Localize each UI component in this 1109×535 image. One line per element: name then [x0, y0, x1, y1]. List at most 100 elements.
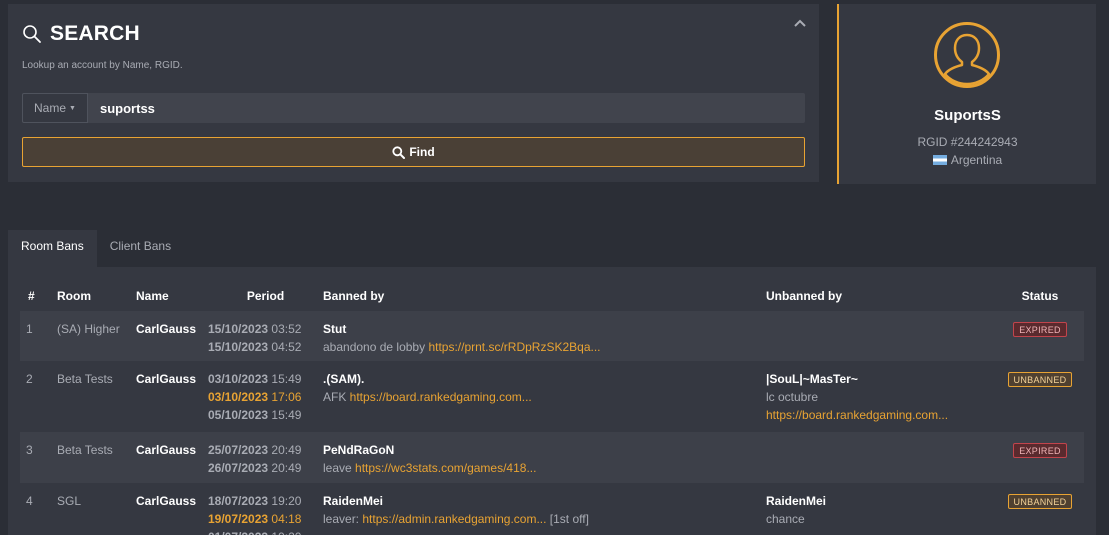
- ban-reason-text: abandono de lobby: [323, 340, 429, 354]
- period-time: 19:20: [271, 530, 301, 535]
- banned-by-name[interactable]: PeNdRaGoN: [323, 441, 766, 459]
- row-unbanned-by: [766, 432, 996, 483]
- table-row: 4 SGL CarlGauss 18/07/2023 19:20 19/07/2023 …: [20, 483, 1084, 535]
- ban-reason: leave https://wc3stats.com/games/418...: [323, 459, 766, 477]
- period-time: 03:52: [271, 322, 302, 336]
- row-period: 18/07/2023 19:2019/07/2023 04:1801/07/20…: [208, 483, 323, 535]
- row-status: EXPIRED: [996, 311, 1084, 361]
- find-button[interactable]: Find: [22, 137, 805, 167]
- status-badge: EXPIRED: [1013, 443, 1067, 458]
- row-player-name[interactable]: CarlGauss: [136, 361, 208, 432]
- row-status: UNBANNED: [996, 361, 1084, 432]
- profile-rgid: RGID #244242943: [917, 135, 1018, 149]
- period-time: 17:06: [271, 390, 302, 404]
- ban-reason-text: AFK: [323, 390, 350, 404]
- table-header-row: # Room Name Period Banned by Unbanned by…: [20, 281, 1084, 311]
- period-time: 04:18: [271, 512, 302, 526]
- period-time: 15:49: [271, 372, 302, 386]
- ban-reason-text: leave: [323, 461, 356, 475]
- status-badge: EXPIRED: [1013, 322, 1067, 337]
- banned-by-name[interactable]: .(SAM).: [323, 370, 766, 388]
- period-date: 19/07/2023: [208, 512, 269, 526]
- search-panel: SEARCH Lookup an account by Name, RGID. …: [8, 4, 819, 182]
- row-unbanned-by: [766, 311, 996, 361]
- row-player-name[interactable]: CarlGauss: [136, 432, 208, 483]
- period-date: 05/10/2023: [208, 408, 269, 422]
- ban-reason: abandono de lobby https://prnt.sc/rRDpRz…: [323, 338, 766, 356]
- banned-by-name[interactable]: RaidenMei: [323, 492, 766, 510]
- argentina-flag-icon: [932, 155, 947, 165]
- period-time: 19:20: [271, 494, 302, 508]
- ban-reason: AFK https://board.rankedgaming.com...: [323, 388, 766, 406]
- ban-reason: leaver: https://admin.rankedgaming.com..…: [323, 510, 766, 528]
- banned-by-name[interactable]: Stut: [323, 320, 766, 338]
- row-banned-by: PeNdRaGoN leave https://wc3stats.com/game…: [323, 432, 766, 483]
- row-number: 1: [20, 311, 57, 361]
- period-date: 26/07/2023: [208, 461, 269, 475]
- search-type-dropdown[interactable]: Name ▼: [22, 93, 88, 123]
- row-room: Beta Tests: [57, 432, 136, 483]
- search-title: SEARCH: [50, 22, 140, 45]
- header-banned-by: Banned by: [323, 289, 385, 303]
- period-time: 20:49: [271, 461, 302, 475]
- period-date: 01/07/2023: [208, 530, 268, 535]
- period-entry: 26/07/2023 20:49: [208, 459, 323, 477]
- tab-room-bans[interactable]: Room Bans: [8, 230, 97, 267]
- unbanned-by-name[interactable]: |SouL|~MasTer~: [766, 370, 996, 388]
- search-subtitle: Lookup an account by Name, RGID.: [22, 60, 183, 71]
- period-entry: 18/07/2023 19:20: [208, 492, 323, 510]
- row-player-name[interactable]: CarlGauss: [136, 311, 208, 361]
- row-unbanned-by: |SouL|~MasTer~ lc octubre https://board.ra…: [766, 361, 996, 432]
- profile-country: Argentina: [839, 153, 1096, 167]
- profile-card: SuportsS RGID #244242943 Argentina: [837, 4, 1096, 184]
- search-heading: SEARCH: [22, 22, 140, 46]
- row-period: 03/10/2023 15:49 03/10/2023 17:06 05/10/20…: [208, 361, 323, 432]
- unban-reason: chance: [766, 512, 805, 526]
- row-number: 4: [26, 494, 33, 508]
- unban-reason: lc octubre: [766, 390, 819, 404]
- period-date: 15/10/2023: [208, 340, 269, 354]
- unban-link[interactable]: https://board.rankedgaming.com...: [766, 406, 996, 424]
- period-entry: 19/07/2023 04:18: [208, 510, 323, 528]
- profile-name: SuportsS: [934, 107, 1001, 124]
- row-period: 15/10/2023 03:52 15/10/2023 04:52: [208, 311, 323, 361]
- ban-reason-suffix: [1st off]: [546, 512, 589, 526]
- row-player-name[interactable]: CarlGauss: [136, 483, 208, 535]
- period-time: 04:52: [271, 340, 302, 354]
- period-time: 15:49: [271, 408, 302, 422]
- period-entry: 15/10/2023 04:52: [208, 338, 323, 356]
- ban-evidence-link[interactable]: https://board.rankedgaming.com...: [350, 390, 532, 404]
- chevron-up-icon[interactable]: [793, 18, 807, 28]
- period-date: 18/07/2023: [208, 494, 269, 508]
- row-room: SGL: [57, 494, 82, 508]
- ban-evidence-link[interactable]: https://wc3stats.com/games/418...: [355, 461, 536, 475]
- header-name: Name: [136, 289, 169, 303]
- table-row: 2 Beta Tests CarlGauss 03/10/2023 15:49 03/1…: [20, 361, 1084, 432]
- row-banned-by: RaidenMei leaver: https://admin.rankedgam…: [323, 483, 766, 535]
- period-entry: 05/10/2023 15:49: [208, 406, 323, 424]
- period-entry: 03/10/2023 17:06: [208, 388, 323, 406]
- status-badge: UNBANNED: [1007, 494, 1073, 509]
- row-unbanned-by: RaidenMei chance: [766, 483, 996, 535]
- header-status: Status: [1021, 289, 1059, 303]
- period-date: 15/10/2023: [208, 322, 269, 336]
- avatar-icon: [934, 22, 1000, 88]
- search-input[interactable]: [88, 93, 805, 123]
- ban-evidence-link[interactable]: https://admin.rankedgaming.com...: [362, 512, 546, 526]
- row-banned-by: .(SAM). AFK https://board.rankedgaming.co…: [323, 361, 766, 432]
- period-date: 03/10/2023: [208, 390, 269, 404]
- ban-evidence-link[interactable]: https://prnt.sc/rRDpRzSK2Bqa...: [428, 340, 600, 354]
- table-row: 1 (SA) Higher CarlGauss 15/10/2023 03:52 15/…: [20, 311, 1084, 361]
- tab-client-bans[interactable]: Client Bans: [97, 230, 184, 267]
- row-room: (SA) Higher: [57, 311, 136, 361]
- header-room: Room: [57, 289, 91, 303]
- unbanned-by-name[interactable]: RaidenMei: [766, 492, 996, 510]
- header-unbanned-by: Unbanned by: [766, 289, 843, 303]
- row-status: UNBANNED: [996, 483, 1084, 535]
- period-entry: 01/07/2023 19:20: [208, 528, 323, 535]
- caret-down-icon: ▼: [69, 104, 76, 112]
- search-type-label: Name: [34, 101, 67, 115]
- find-button-label: Find: [409, 145, 435, 159]
- row-number: 3: [20, 432, 57, 483]
- search-icon: [392, 145, 406, 159]
